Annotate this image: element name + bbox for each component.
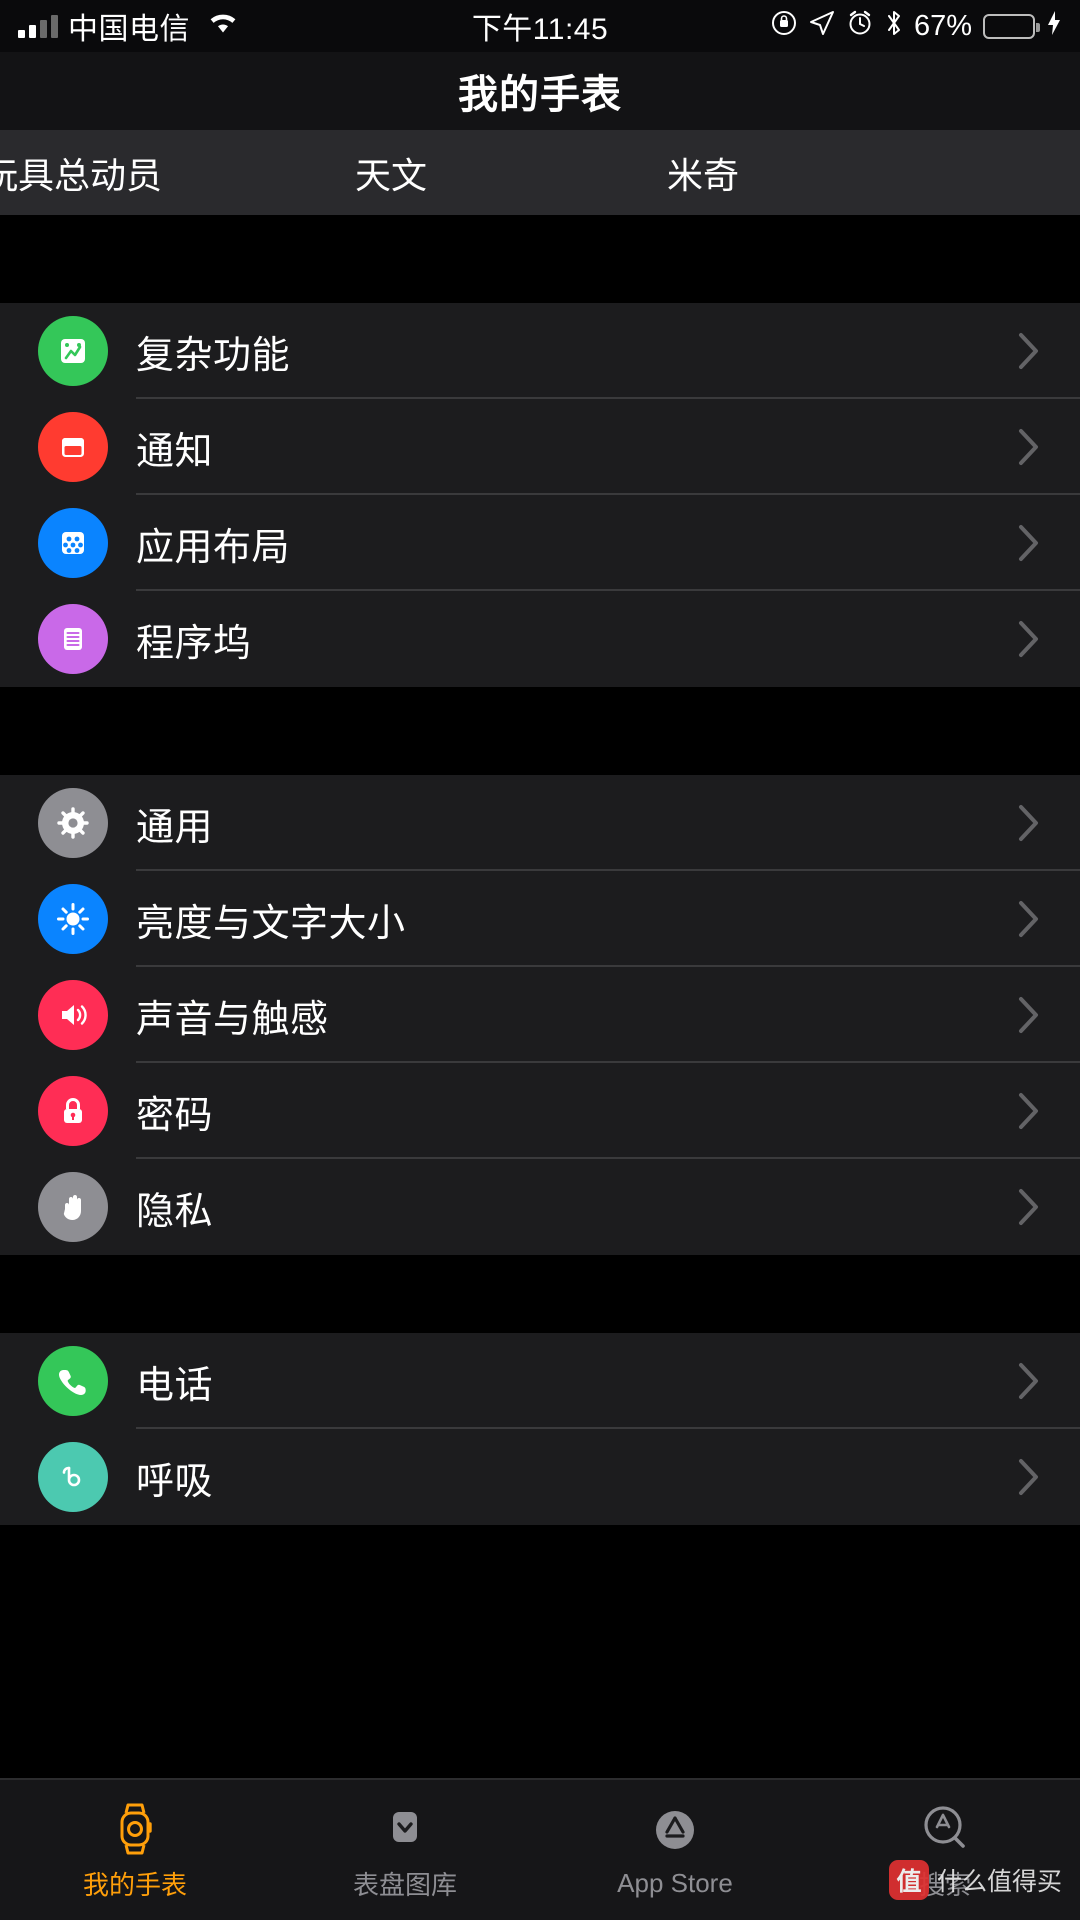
complications-icon	[38, 316, 108, 386]
rotation-lock-icon	[770, 9, 798, 44]
list-item-dock[interactable]: 程序坞	[0, 591, 1080, 687]
lock-icon	[38, 1076, 108, 1146]
chevron-right-icon	[1018, 996, 1040, 1034]
settings-list[interactable]: 复杂功能 通知 应用布局 程序坞 通用 亮度与文字大小 声音与触感 密码 隐私 …	[0, 215, 1080, 1778]
list-item-label: 电话	[136, 1364, 214, 1407]
list-item-phone[interactable]: 电话	[0, 1333, 1080, 1429]
list-gap	[0, 215, 1080, 303]
privacy-hand-icon	[38, 1172, 108, 1242]
list-item-complications[interactable]: 复杂功能	[0, 303, 1080, 399]
list-item-label: 应用布局	[136, 526, 291, 569]
phone-screen: 中国电信 下午11:45 67% 我的手表 玩具总动员 天文 米奇 复杂功能 通…	[0, 0, 1080, 1920]
list-item-notifications[interactable]: 通知	[0, 399, 1080, 495]
carrier-label: 中国电信	[68, 13, 190, 46]
list-item-privacy[interactable]: 隐私	[0, 1159, 1080, 1255]
breathe-icon	[38, 1442, 108, 1512]
watch-face-item-2[interactable]: 米奇	[667, 147, 739, 199]
list-item-general[interactable]: 通用	[0, 775, 1080, 871]
battery-percent-label: 67%	[913, 9, 972, 42]
app-layout-icon	[38, 508, 108, 578]
chevron-right-icon	[1018, 620, 1040, 658]
alarm-clock-icon	[846, 9, 874, 44]
list-item-label: 呼吸	[136, 1460, 214, 1503]
chevron-right-icon	[1018, 1092, 1040, 1130]
list-item-label: 复杂功能	[136, 334, 291, 377]
wifi-icon	[206, 9, 240, 43]
list-item-brightness[interactable]: 亮度与文字大小	[0, 871, 1080, 967]
chevron-right-icon	[1018, 1362, 1040, 1400]
battery-icon	[983, 13, 1040, 39]
bluetooth-icon	[885, 9, 903, 44]
phone-icon	[38, 1346, 108, 1416]
signal-bars-icon	[18, 14, 58, 38]
list-item-label: 通用	[136, 806, 214, 849]
sound-icon	[38, 980, 108, 1050]
watermark-badge: 值	[888, 1860, 929, 1900]
list-item-label: 程序坞	[136, 622, 252, 665]
watch-face-carousel[interactable]: 玩具总动员 天文 米奇	[0, 130, 1080, 215]
settings-group-2: 通用 亮度与文字大小 声音与触感 密码 隐私	[0, 775, 1080, 1255]
list-item-app-layout[interactable]: 应用布局	[0, 495, 1080, 591]
tab-face-gallery[interactable]: 表盘图库	[270, 1780, 540, 1920]
watermark: 值 什么值得买	[888, 1860, 1062, 1900]
status-bar-left: 中国电信	[18, 4, 240, 48]
list-item-label: 隐私	[136, 1190, 214, 1233]
list-item-label: 密码	[136, 1094, 214, 1137]
tab-label: App Store	[617, 1867, 733, 1898]
list-item-label: 亮度与文字大小	[136, 902, 406, 945]
chevron-right-icon	[1018, 900, 1040, 938]
page-title: 我的手表	[0, 52, 1080, 130]
tab-label: 表盘图库	[352, 1869, 457, 1900]
chevron-right-icon	[1018, 1458, 1040, 1496]
status-bar-right: 67%	[770, 9, 1062, 44]
chevron-right-icon	[1018, 332, 1040, 370]
tab-app-store[interactable]: App Store	[540, 1780, 810, 1920]
list-gap	[0, 1255, 1080, 1333]
list-item-passcode[interactable]: 密码	[0, 1063, 1080, 1159]
watch-face-item-1[interactable]: 天文	[355, 147, 427, 199]
dock-icon	[38, 604, 108, 674]
status-bar: 中国电信 下午11:45 67%	[0, 0, 1080, 52]
watermark-text: 什么值得买	[936, 1868, 1062, 1896]
watch-face-item-0[interactable]: 玩具总动员	[0, 147, 162, 199]
location-arrow-icon	[809, 10, 835, 43]
chevron-right-icon	[1018, 804, 1040, 842]
settings-group-3: 电话 呼吸	[0, 1333, 1080, 1525]
list-item-label: 声音与触感	[136, 998, 329, 1041]
tab-my-watch[interactable]: 我的手表	[0, 1780, 270, 1920]
chevron-right-icon	[1018, 428, 1040, 466]
brightness-icon	[38, 884, 108, 954]
tab-label: 我的手表	[82, 1869, 187, 1900]
chevron-right-icon	[1018, 1188, 1040, 1226]
watch-icon	[109, 1799, 161, 1859]
gear-icon	[38, 788, 108, 858]
charging-bolt-icon	[1046, 10, 1062, 43]
face-gallery-icon	[379, 1799, 431, 1859]
settings-group-1: 复杂功能 通知 应用布局 程序坞	[0, 303, 1080, 687]
chevron-right-icon	[1018, 524, 1040, 562]
list-item-sounds-haptics[interactable]: 声音与触感	[0, 967, 1080, 1063]
list-item-breathe[interactable]: 呼吸	[0, 1429, 1080, 1525]
search-app-icon	[916, 1799, 974, 1859]
app-store-icon	[646, 1802, 704, 1862]
notifications-icon	[38, 412, 108, 482]
list-gap	[0, 687, 1080, 775]
list-item-label: 通知	[136, 430, 214, 473]
